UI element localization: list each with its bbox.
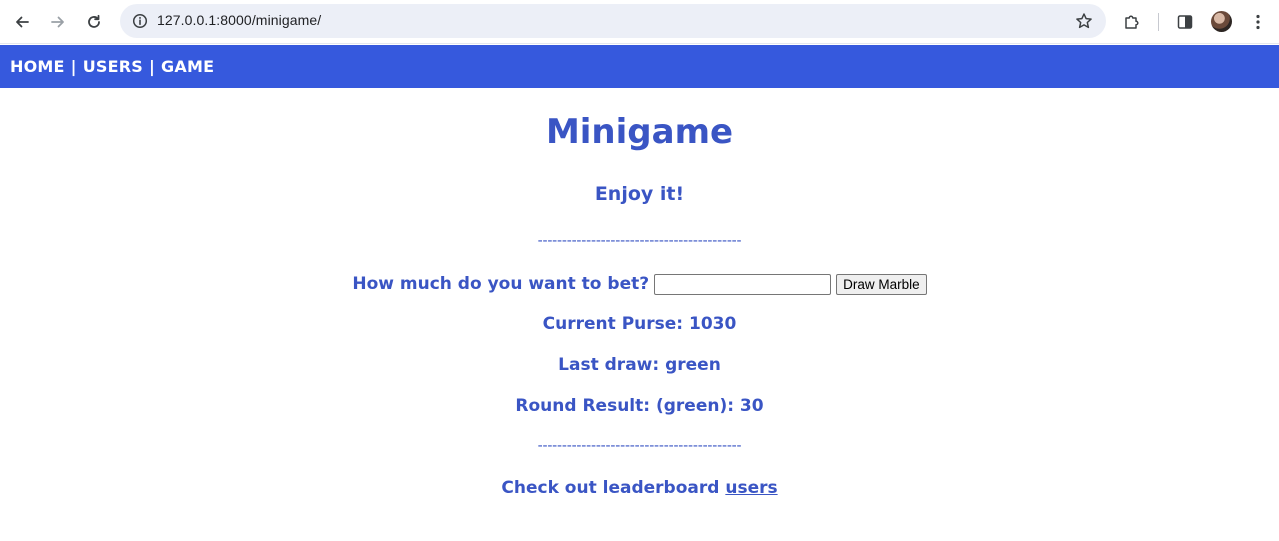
- nav-separator: |: [149, 57, 156, 76]
- draw-marble-button[interactable]: Draw Marble: [836, 273, 927, 295]
- divider-bottom: ----------------------------------------…: [537, 438, 742, 454]
- browser-toolbar: 127.0.0.1:8000/minigame/: [0, 0, 1279, 44]
- nav-link-home[interactable]: HOME: [10, 57, 65, 76]
- reload-button[interactable]: [80, 8, 108, 36]
- back-button[interactable]: [8, 8, 36, 36]
- arrow-left-icon: [16, 16, 29, 28]
- round-result: Round Result: (green): 30: [515, 396, 764, 416]
- nav-separator: |: [70, 57, 77, 76]
- leaderboard-text: Check out leaderboard: [501, 478, 720, 498]
- divider-top: ----------------------------------------…: [537, 233, 742, 249]
- forward-button[interactable]: [44, 8, 72, 36]
- more-menu-icon[interactable]: [1244, 8, 1272, 36]
- reload-icon: [88, 14, 100, 28]
- leaderboard-line: Check out leaderboard users: [0, 478, 1279, 498]
- current-purse: Current Purse: 1030: [542, 314, 737, 334]
- last-draw: Last draw: green: [558, 355, 721, 375]
- site-nav-bar: HOME | USERS | GAME: [0, 45, 1279, 88]
- bet-label: How much do you want to bet?: [352, 274, 650, 294]
- profile-avatar[interactable]: [1211, 11, 1232, 32]
- side-panel-icon[interactable]: [1171, 8, 1199, 36]
- nav-link-users[interactable]: USERS: [83, 57, 143, 76]
- extensions-icon[interactable]: [1118, 8, 1146, 36]
- leaderboard-users-link[interactable]: users: [725, 478, 777, 498]
- url-text[interactable]: 127.0.0.1:8000/minigame/: [157, 12, 321, 28]
- page-subtitle: Enjoy it!: [594, 183, 685, 205]
- arrow-right-icon: [51, 16, 64, 28]
- toolbar-divider: [1158, 13, 1159, 31]
- bet-form: How much do you want to bet? Draw Marble: [0, 272, 1279, 296]
- nav-link-game[interactable]: GAME: [161, 57, 214, 76]
- bookmark-star-icon[interactable]: [1072, 9, 1096, 33]
- address-bar[interactable]: 127.0.0.1:8000/minigame/: [120, 4, 1106, 38]
- page-title: Minigame: [545, 112, 734, 152]
- site-info-icon[interactable]: [128, 9, 152, 33]
- bet-amount-input[interactable]: [654, 273, 832, 295]
